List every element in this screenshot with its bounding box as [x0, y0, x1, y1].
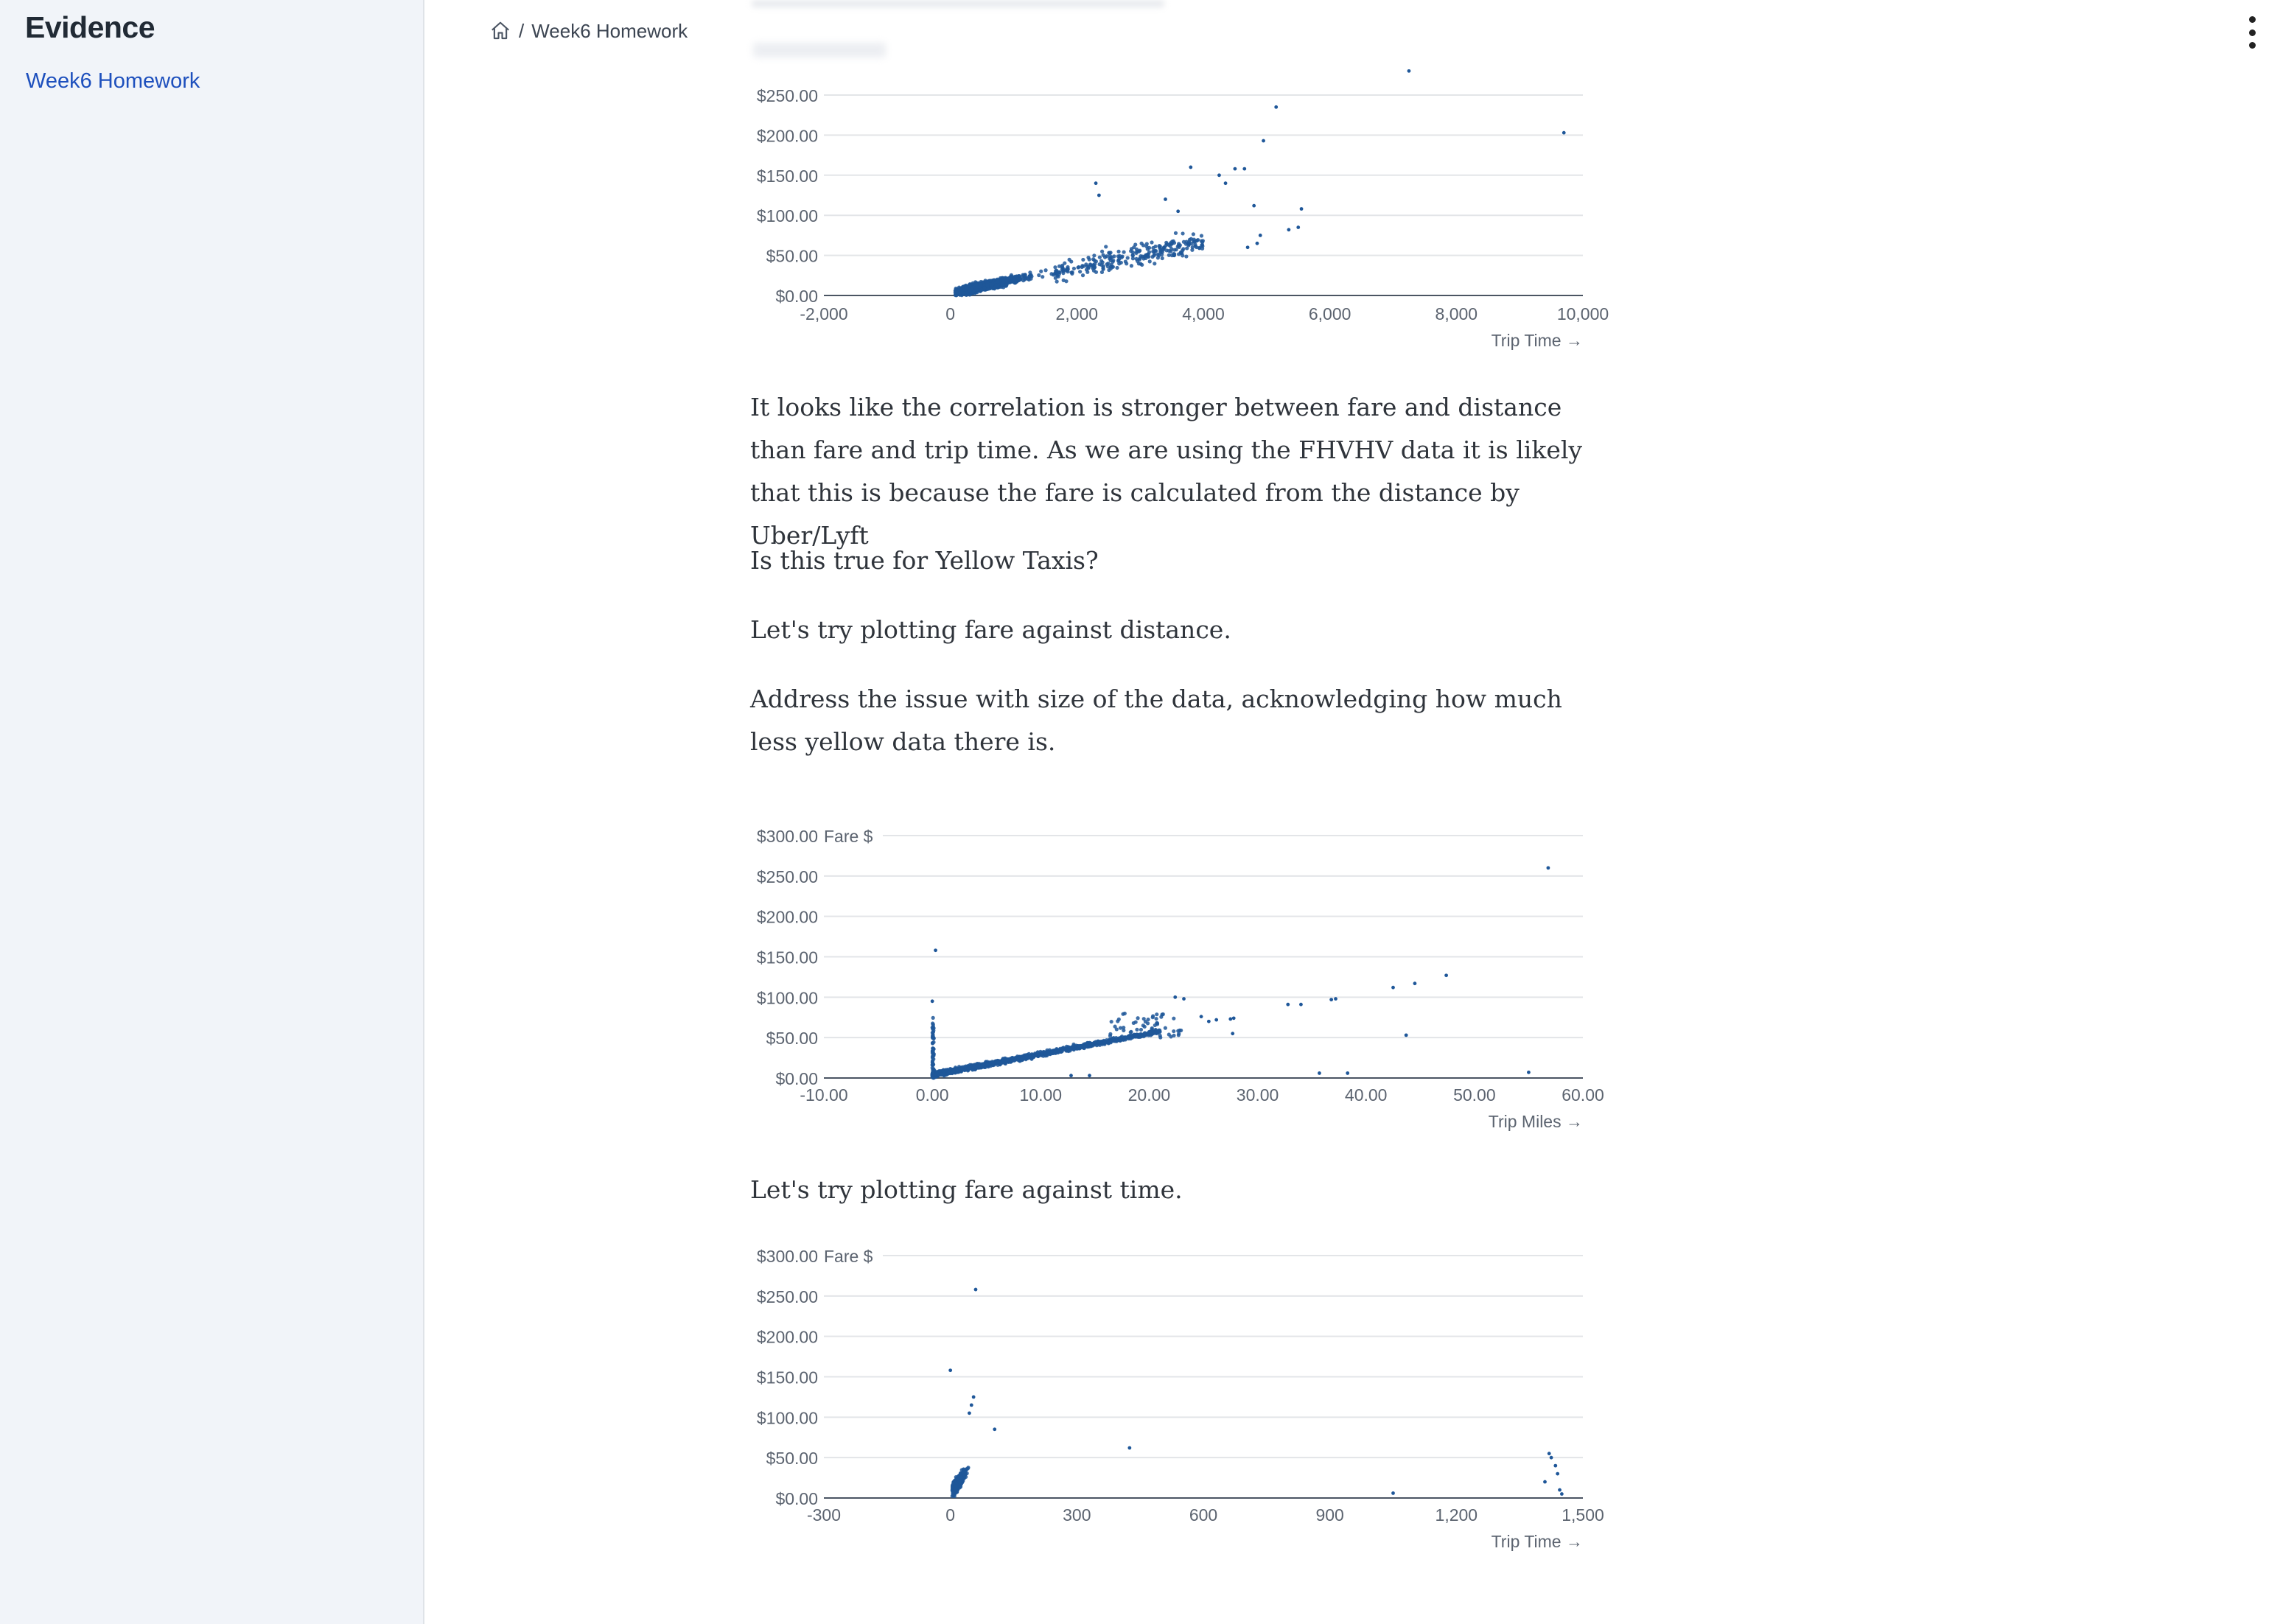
x-tick-label: 1,200	[1436, 1505, 1478, 1525]
x-tick-label: 600	[1189, 1505, 1217, 1525]
y-tick-label: $100.00	[757, 1408, 818, 1427]
data-point	[1391, 1491, 1395, 1495]
data-point	[961, 1469, 965, 1474]
data-point	[993, 1427, 997, 1432]
data-point	[1556, 1471, 1560, 1476]
data-point	[968, 1411, 971, 1415]
data-point	[1558, 1488, 1562, 1492]
x-tick-label: 900	[1315, 1505, 1343, 1525]
y-tick-label: $250.00	[757, 1287, 818, 1306]
data-point	[959, 1475, 964, 1480]
y-tick-label: $50.00	[766, 1449, 818, 1468]
data-point	[969, 1403, 973, 1407]
data-point	[1127, 1446, 1132, 1450]
main-content: $0.00 $50.00 $100.00 $150.00 $200.00 $250.00-…	[0, 0, 2280, 1624]
y-tick-label: $150.00	[757, 1368, 818, 1387]
data-point	[1547, 1452, 1551, 1456]
y-tick-label: $300.00	[757, 1247, 818, 1266]
data-point	[1543, 1480, 1547, 1484]
data-point	[954, 1484, 958, 1488]
data-point	[971, 1395, 976, 1399]
data-point	[1549, 1455, 1553, 1460]
x-tick-label: 1,500	[1562, 1505, 1604, 1525]
data-point	[957, 1479, 962, 1483]
scatter-chart-yellow-fare-vs-time: $0.00$50.00$100.00$150.00$200.00$250.00$…	[757, 1247, 1604, 1551]
x-axis-label: Trip Time →	[1492, 1532, 1583, 1551]
y-axis-label: Fare $	[824, 1247, 873, 1266]
x-tick-label: 300	[1063, 1505, 1091, 1525]
data-point	[973, 1287, 978, 1292]
data-point	[1559, 1492, 1564, 1496]
data-point	[948, 1368, 953, 1373]
data-point	[1553, 1463, 1558, 1468]
y-tick-label: $200.00	[757, 1328, 818, 1347]
x-tick-label: 0	[945, 1505, 955, 1525]
x-tick-label: -300	[807, 1505, 841, 1525]
data-point	[951, 1491, 955, 1496]
